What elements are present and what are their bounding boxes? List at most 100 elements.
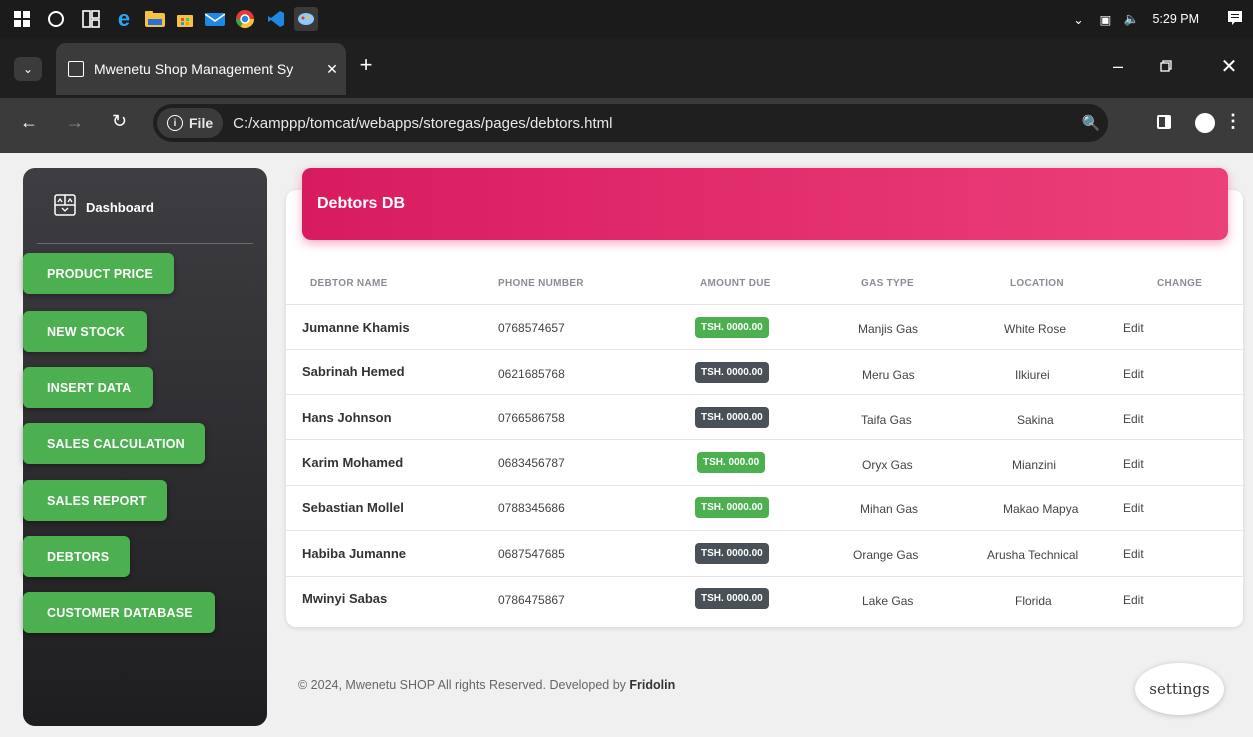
gas-type: Mihan Gas <box>860 502 919 516</box>
sidebar-item-label: PRODUCT PRICE <box>47 266 154 281</box>
back-button[interactable]: ← <box>20 112 38 133</box>
profile-avatar[interactable] <box>1195 113 1215 133</box>
windows-taskbar: e ⌄ ▣ 🔈 5:29 PM <box>0 0 1253 38</box>
info-icon: i <box>167 115 183 131</box>
notification-icon[interactable] <box>1217 10 1253 29</box>
sidebar-item-product-price[interactable]: PRODUCT PRICE <box>23 253 174 294</box>
column-header-debtor-name: DEBTOR NAME <box>310 278 388 289</box>
table-divider <box>286 576 1243 577</box>
zoom-icon[interactable]: 🔍 <box>1074 114 1108 132</box>
chevron-up-icon[interactable]: ⌄ <box>1068 12 1088 27</box>
edit-link[interactable]: Edit <box>1123 457 1144 471</box>
chrome-icon[interactable] <box>233 7 257 31</box>
clock-time[interactable]: 5:29 PM <box>1152 12 1199 26</box>
sidebar-item-label: SALES CALCULATION <box>47 436 185 451</box>
sidebar-item-customer-database[interactable]: CUSTOMER DATABASE <box>23 592 215 633</box>
gas-type: Orange Gas <box>853 548 919 562</box>
phone-number: 0786475867 <box>498 593 565 607</box>
column-header-gas-type: GAS TYPE <box>861 278 914 289</box>
sidebar-item-label: CUSTOMER DATABASE <box>47 605 193 620</box>
amount-due-badge: TSH. 0000.00 <box>695 543 769 564</box>
location: Ilkiurei <box>1015 368 1050 382</box>
location: Arusha Technical <box>987 548 1079 562</box>
task-view-icon[interactable] <box>79 7 103 31</box>
dashboard-icon <box>54 194 76 221</box>
sidebar-item-sales-report[interactable]: SALES REPORT <box>23 480 167 521</box>
page-title: Debtors DB <box>317 195 406 212</box>
gas-type: Lake Gas <box>862 594 914 608</box>
edit-link[interactable]: Edit <box>1123 501 1144 515</box>
table-divider <box>286 439 1243 440</box>
vscode-icon[interactable] <box>264 7 288 31</box>
gas-type: Meru Gas <box>862 368 915 382</box>
column-header-phone-number: PHONE NUMBER <box>498 278 584 289</box>
minimize-button[interactable]: – <box>1104 52 1132 80</box>
debtor-name: Jumanne Khamis <box>302 320 410 335</box>
volume-icon[interactable]: 🔈 <box>1120 12 1142 27</box>
side-panel-icon[interactable] <box>1157 115 1171 129</box>
tab-search-button[interactable]: ⌄ <box>14 57 42 81</box>
amount-due-badge: TSH. 0000.00 <box>695 362 769 383</box>
sidebar-item-label: NEW STOCK <box>47 324 125 339</box>
system-tray: ⌄ ▣ 🔈 5:29 PM <box>1068 0 1253 38</box>
table-divider <box>286 304 1243 305</box>
menu-kebab-icon[interactable]: ⋮ <box>1224 111 1242 132</box>
footer-author: Fridolin <box>629 678 676 692</box>
phone-number: 0687547685 <box>498 547 565 561</box>
gas-type: Manjis Gas <box>858 322 919 336</box>
network-icon[interactable]: ▣ <box>1094 12 1116 27</box>
paint-app-icon[interactable] <box>294 7 318 31</box>
phone-number: 0788345686 <box>498 501 565 515</box>
forward-button[interactable]: → <box>66 112 84 133</box>
mail-icon[interactable] <box>203 7 227 31</box>
edit-link[interactable]: Edit <box>1123 367 1144 381</box>
windows-start-icon[interactable] <box>10 7 34 31</box>
amount-due-badge: TSH. 0000.00 <box>695 588 769 609</box>
tab-title: Mwenetu Shop Management Sy <box>94 61 294 77</box>
search-circle-icon[interactable] <box>44 7 68 31</box>
edit-link[interactable]: Edit <box>1123 321 1144 335</box>
sidebar-item-new-stock[interactable]: NEW STOCK <box>23 311 147 352</box>
url-text[interactable]: C:/xamppp/tomcat/webapps/storegas/pages/… <box>233 115 1074 132</box>
sidebar-item-sales-calculation[interactable]: SALES CALCULATION <box>23 423 205 464</box>
sidebar-item-insert-data[interactable]: INSERT DATA <box>23 367 153 408</box>
column-header-location: LOCATION <box>1010 278 1064 289</box>
location: Makao Mapya <box>1003 502 1079 516</box>
edit-link[interactable]: Edit <box>1123 412 1144 426</box>
dashboard-label: Dashboard <box>86 200 154 215</box>
debtor-name: Sabrinah Hemed <box>302 364 405 379</box>
column-header-change: CHANGE <box>1157 278 1203 289</box>
dashboard-brand[interactable]: Dashboard <box>54 194 154 221</box>
page-favicon-icon <box>68 61 84 77</box>
amount-due-badge: TSH. 0000.00 <box>695 407 769 428</box>
debtor-name: Hans Johnson <box>302 410 392 425</box>
debtor-name: Karim Mohamed <box>302 455 404 470</box>
close-window-button[interactable]: ✕ <box>1215 52 1243 80</box>
table-divider <box>286 349 1243 350</box>
edit-link[interactable]: Edit <box>1123 547 1144 561</box>
card-header: Debtors DB <box>302 168 1228 240</box>
reload-button[interactable]: ↻ <box>112 111 127 132</box>
phone-number: 0766586758 <box>498 411 565 425</box>
phone-number: 0768574657 <box>498 321 565 335</box>
sidebar-item-label: SALES REPORT <box>47 493 147 508</box>
site-info-chip[interactable]: i File <box>157 108 224 138</box>
new-tab-button[interactable]: + <box>352 51 380 79</box>
restore-button[interactable] <box>1152 52 1180 80</box>
store-icon[interactable] <box>173 7 197 31</box>
address-bar[interactable]: i File C:/xamppp/tomcat/webapps/storegas… <box>153 104 1108 142</box>
gas-type: Taifa Gas <box>861 413 912 427</box>
debtor-name: Sebastian Mollel <box>302 500 404 515</box>
phone-number: 0683456787 <box>498 456 565 470</box>
table-divider <box>286 394 1243 395</box>
edit-link[interactable]: Edit <box>1123 593 1144 607</box>
debtor-name: Habiba Jumanne <box>302 546 407 561</box>
close-tab-icon[interactable]: ✕ <box>318 61 346 78</box>
settings-button[interactable]: settings <box>1135 663 1224 715</box>
location: Mianzini <box>1012 458 1057 472</box>
tab-debtors[interactable]: Mwenetu Shop Management Sy ✕ <box>56 43 346 95</box>
file-explorer-icon[interactable] <box>143 7 167 31</box>
sidebar-item-debtors[interactable]: DEBTORS <box>23 536 130 577</box>
edge-browser-icon[interactable]: e <box>112 6 136 31</box>
debtor-name: Mwinyi Sabas <box>302 591 388 606</box>
